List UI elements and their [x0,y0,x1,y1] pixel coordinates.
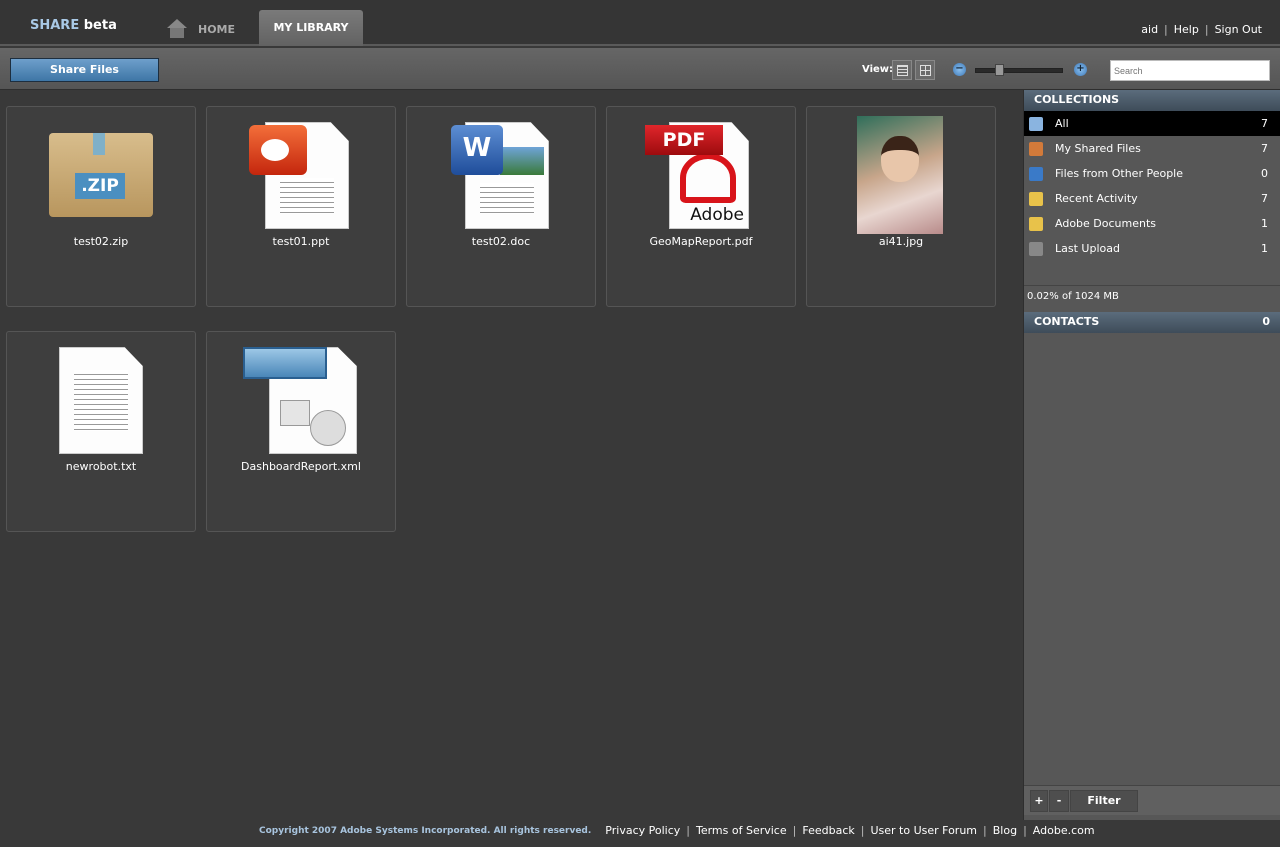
collection-count: 0 [1261,167,1268,180]
contacts-header[interactable]: CONTACTS 0 [1024,312,1280,333]
collection-count: 1 [1261,217,1268,230]
remove-contact-button[interactable]: - [1049,790,1069,812]
file-tile[interactable]: Adobe PDF GeoMapReport.pdf [606,106,796,307]
stack-icon [1029,116,1043,131]
feedback-link[interactable]: Feedback [802,824,854,837]
home-icon [166,19,188,39]
adobe-link[interactable]: Adobe.com [1033,824,1095,837]
share-files-button[interactable]: Share Files [10,58,159,82]
note-icon [1029,191,1043,206]
xml-banner [243,347,327,379]
terms-link[interactable]: Terms of Service [696,824,787,837]
sign-out-link[interactable]: Sign Out [1215,23,1262,36]
search-input[interactable] [1110,60,1270,81]
tab-home[interactable]: HOME [166,19,235,39]
file-tile[interactable]: .ZIP test02.zip [6,106,196,307]
note-icon [1029,216,1043,231]
add-contact-button[interactable]: + [1030,790,1048,812]
collection-count: 7 [1261,142,1268,155]
privacy-policy-link[interactable]: Privacy Policy [605,824,680,837]
zoom-slider[interactable] [975,68,1063,73]
list-view-button[interactable] [892,60,912,80]
shared-user-icon [1029,141,1043,156]
file-tile[interactable]: test01.ppt [206,106,396,307]
storage-usage: 0.02% of 1024 MB [1024,285,1280,312]
toolbar: Share Files View: − + [0,48,1280,90]
collections-header: COLLECTIONS [1024,90,1280,111]
collection-item[interactable]: All 7 [1024,111,1280,136]
tab-my-library[interactable]: MY LIBRARY [259,10,363,46]
view-label: View: [862,64,894,75]
file-tile[interactable]: ai41.jpg [806,106,996,307]
collection-item[interactable]: My Shared Files 7 [1024,136,1280,161]
collection-item[interactable]: Last Upload 1 [1024,236,1280,261]
sidebar: COLLECTIONS All 7 My Shared Files 7 Files fr… [1023,90,1280,820]
file-tile[interactable]: DashboardReport.xml [206,331,396,532]
file-tile[interactable]: W test02.doc [406,106,596,307]
list-icon [897,65,908,76]
powerpoint-logo [249,125,307,175]
forum-link[interactable]: User to User Forum [870,824,977,837]
word-logo: W [451,125,503,175]
collection-item[interactable]: Adobe Documents 1 [1024,211,1280,236]
collection-count: 7 [1261,117,1268,130]
logo: SHARE beta [30,18,117,33]
zoom-out-icon[interactable]: − [953,63,966,76]
collection-count: 7 [1261,192,1268,205]
collection-count: 1 [1261,242,1268,255]
pdf-badge: PDF [645,125,723,155]
collection-item[interactable]: Files from Other People 0 [1024,161,1280,186]
help-link[interactable]: Help [1174,23,1199,36]
collection-item[interactable]: Recent Activity 7 [1024,186,1280,211]
grid-view-button[interactable] [915,60,935,80]
user-name[interactable]: aid [1141,23,1158,36]
zoom-slider-thumb[interactable] [995,64,1004,76]
top-nav: SHARE beta HOME MY LIBRARY aid | Help | Si… [0,0,1280,46]
zoom-in-icon[interactable]: + [1074,63,1087,76]
people-icon [1029,166,1043,181]
contacts-toolbar: + - Filter [1024,785,1280,815]
footer: Copyright 2007 Adobe Systems Incorporate… [259,824,1095,837]
contacts-count: 0 [1262,315,1270,328]
photo-thumbnail [857,116,943,234]
file-tile[interactable]: newrobot.txt [6,331,196,532]
grid-icon [920,65,931,76]
txt-icon [59,347,143,454]
blog-link[interactable]: Blog [993,824,1017,837]
filter-button[interactable]: Filter [1070,790,1138,812]
binoculars-icon [1029,241,1043,256]
zip-icon: .ZIP [49,133,153,217]
copyright: Copyright 2007 Adobe Systems Incorporate… [259,825,592,836]
